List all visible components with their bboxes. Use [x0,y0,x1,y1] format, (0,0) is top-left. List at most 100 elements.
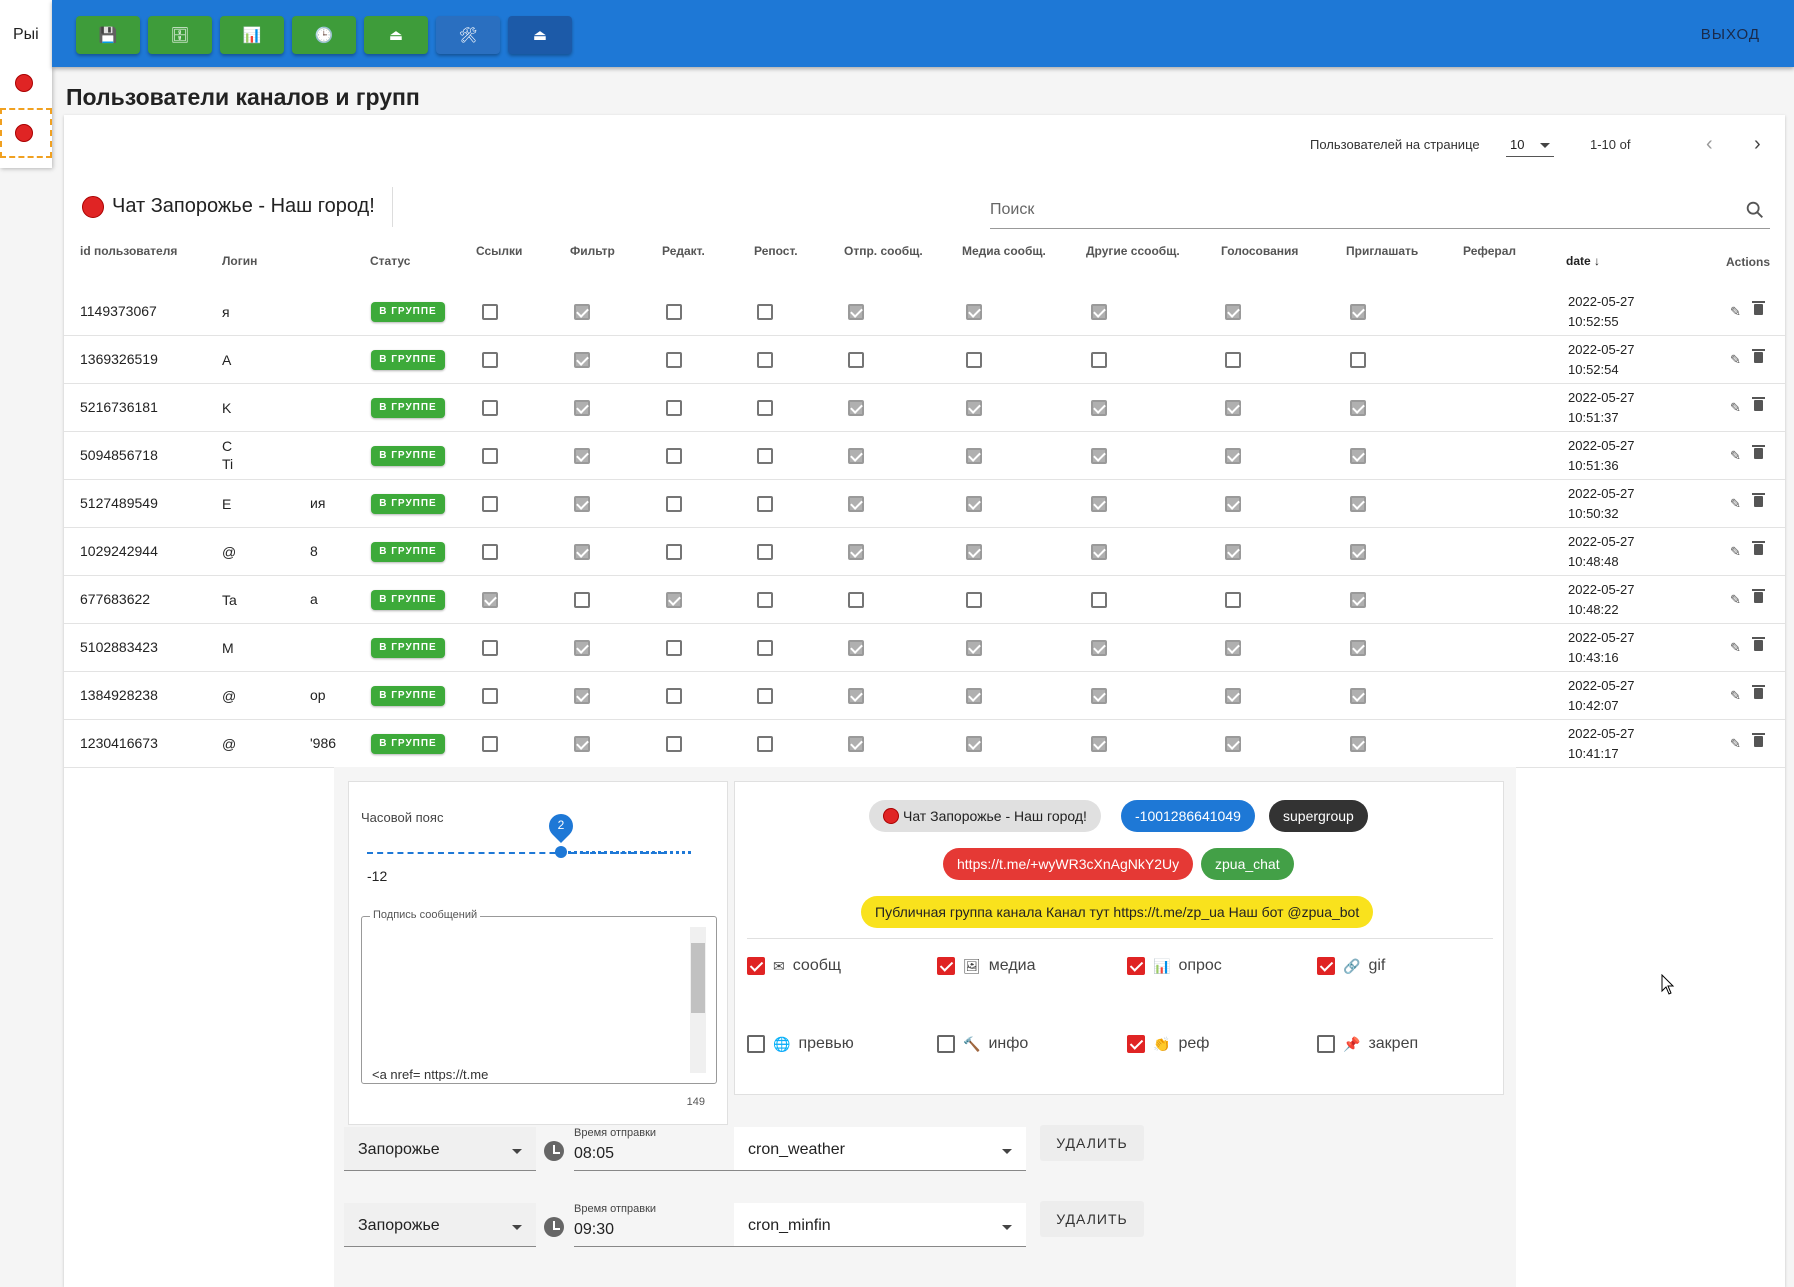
invite-link-chip[interactable]: https://t.me/+wyWR3cXnAgNkY2Uy [943,848,1194,880]
description-chip[interactable]: Публичная группа канала Канал тут https:… [861,896,1374,928]
search-field[interactable] [990,195,1770,229]
option-5[interactable]: 🔨 инфо [937,1035,1028,1053]
chat-type-chip[interactable]: supergroup [1269,800,1368,832]
edit-icon[interactable]: ✎ [1730,304,1741,320]
permission-checkbox[interactable] [482,448,498,464]
permission-checkbox[interactable] [574,448,590,464]
permission-checkbox[interactable] [1091,352,1107,368]
delete-icon[interactable] [1752,685,1765,699]
permission-checkbox[interactable] [966,304,982,320]
tools-button[interactable]: 🛠 [436,16,500,54]
table-row[interactable]: 5094856718 C Ti В ГРУППЕ 2022-05-27 10:51:… [64,432,1785,480]
permission-checkbox[interactable] [1225,496,1241,512]
per-page-select[interactable]: 10 [1506,129,1554,157]
permission-checkbox[interactable] [966,688,982,704]
slider-thumb[interactable] [555,846,567,858]
permission-checkbox[interactable] [757,640,773,656]
option-checkbox[interactable] [747,957,765,975]
delete-icon[interactable] [1752,541,1765,555]
permission-checkbox[interactable] [848,352,864,368]
permission-checkbox[interactable] [1225,688,1241,704]
permission-checkbox[interactable] [1350,592,1366,608]
permission-checkbox[interactable] [1091,304,1107,320]
edit-icon[interactable]: ✎ [1730,736,1741,752]
permission-checkbox[interactable] [666,304,682,320]
permission-checkbox[interactable] [966,592,982,608]
edit-icon[interactable]: ✎ [1730,352,1741,368]
permission-checkbox[interactable] [757,352,773,368]
delete-icon[interactable] [1752,349,1765,363]
permission-checkbox[interactable] [1350,736,1366,752]
permission-checkbox[interactable] [482,496,498,512]
permission-checkbox[interactable] [1091,496,1107,512]
permission-checkbox[interactable] [1350,640,1366,656]
permission-checkbox[interactable] [848,496,864,512]
permission-checkbox[interactable] [1225,640,1241,656]
option-checkbox[interactable] [1127,1035,1145,1053]
table-row[interactable]: 1230416673 @ '986 В ГРУППЕ 2022-05-27 10:4… [64,720,1785,768]
table-row[interactable]: 677683622 Ta a В ГРУППЕ 2022-05-27 10:48:2… [64,576,1785,624]
permission-checkbox[interactable] [966,736,982,752]
permission-checkbox[interactable] [1225,736,1241,752]
next-page-icon[interactable]: › [1754,133,1761,156]
permission-checkbox[interactable] [1225,352,1241,368]
permission-checkbox[interactable] [966,496,982,512]
permission-checkbox[interactable] [757,544,773,560]
permission-checkbox[interactable] [1350,304,1366,320]
permission-checkbox[interactable] [848,304,864,320]
option-checkbox[interactable] [1317,957,1335,975]
permission-checkbox[interactable] [1350,400,1366,416]
save-button[interactable]: 💾 [76,16,140,54]
time-field[interactable]: Время отправки 09:30 [574,1203,734,1247]
option-6[interactable]: 👏 реф [1127,1035,1209,1053]
option-4[interactable]: 🌐 превью [747,1035,854,1053]
permission-checkbox[interactable] [482,304,498,320]
schedule-button[interactable]: 🕒 [292,16,356,54]
option-checkbox[interactable] [937,1035,955,1053]
permission-checkbox[interactable] [1091,400,1107,416]
permission-checkbox[interactable] [966,640,982,656]
scrollbar-thumb[interactable] [691,943,705,1013]
permission-checkbox[interactable] [666,736,682,752]
permission-checkbox[interactable] [482,544,498,560]
permission-checkbox[interactable] [666,544,682,560]
table-row[interactable]: 1369326519 A В ГРУППЕ 2022-05-27 10:52:54 … [64,336,1785,384]
permission-checkbox[interactable] [482,352,498,368]
clock-icon[interactable] [544,1217,564,1237]
users-button[interactable]: ⏏ [508,16,572,54]
permission-checkbox[interactable] [574,544,590,560]
permission-checkbox[interactable] [666,496,682,512]
permission-checkbox[interactable] [666,688,682,704]
permission-checkbox[interactable] [666,352,682,368]
job-select[interactable]: cron_minfin [734,1203,1026,1247]
permission-checkbox[interactable] [757,400,773,416]
permission-checkbox[interactable] [757,496,773,512]
option-7[interactable]: 📌 закреп [1317,1035,1418,1053]
permission-checkbox[interactable] [848,544,864,560]
permission-checkbox[interactable] [666,400,682,416]
permission-checkbox[interactable] [1225,592,1241,608]
permission-checkbox[interactable] [1091,640,1107,656]
permission-checkbox[interactable] [1091,448,1107,464]
table-row[interactable]: 5216736181 K В ГРУППЕ 2022-05-27 10:51:37 … [64,384,1785,432]
permission-checkbox[interactable] [482,688,498,704]
permission-checkbox[interactable] [966,400,982,416]
delete-schedule-button[interactable]: УДАЛИТЬ [1040,1125,1144,1161]
permission-checkbox[interactable] [574,736,590,752]
permission-checkbox[interactable] [1225,448,1241,464]
permission-checkbox[interactable] [1350,544,1366,560]
option-checkbox[interactable] [1127,957,1145,975]
delete-icon[interactable] [1752,301,1765,315]
delete-icon[interactable] [1752,589,1765,603]
table-row[interactable]: 5102883423 M В ГРУППЕ 2022-05-27 10:43:16 … [64,624,1785,672]
city-select[interactable]: Запорожье [344,1203,536,1247]
stats-button[interactable]: 📊 [220,16,284,54]
permission-checkbox[interactable] [666,448,682,464]
table-row[interactable]: 1384928238 @ ор В ГРУППЕ 2022-05-27 10:42:… [64,672,1785,720]
city-select[interactable]: Запорожье [344,1127,536,1171]
permission-checkbox[interactable] [966,448,982,464]
permission-checkbox[interactable] [757,448,773,464]
time-input[interactable]: 08:05 [574,1145,614,1163]
option-2[interactable]: 📊 опрос [1127,957,1222,975]
permission-checkbox[interactable] [1091,592,1107,608]
